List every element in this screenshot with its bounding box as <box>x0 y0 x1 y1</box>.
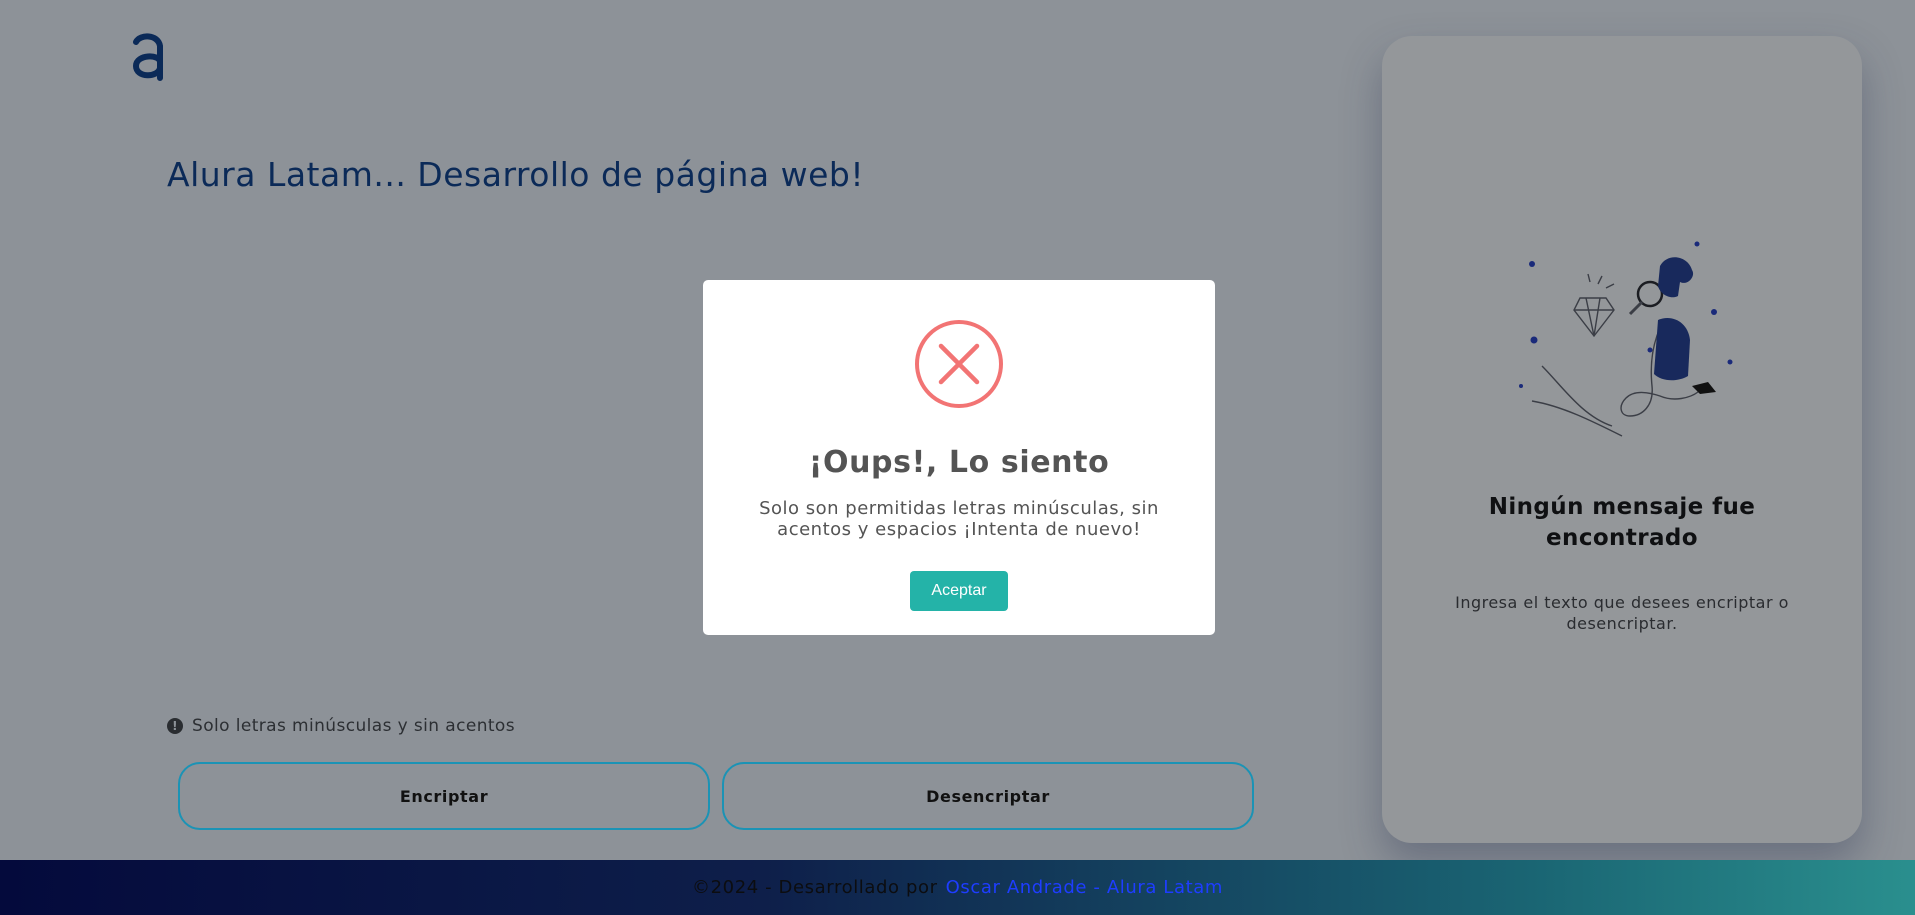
result-subtitle: Ingresa el texto que desees encriptar o … <box>1455 593 1789 633</box>
footer-author-link[interactable]: Oscar Andrade - Alura Latam <box>946 877 1223 898</box>
encrypt-button[interactable]: Encriptar <box>178 762 710 830</box>
page-title[interactable]: Alura Latam... Desarrollo de página web! <box>167 155 864 194</box>
footer: ©2024 - Desarrollado por Oscar Andrade -… <box>0 860 1915 915</box>
alura-logo-icon[interactable] <box>130 32 166 82</box>
dialog-message: Solo son permitidas letras minúsculas, s… <box>759 498 1159 540</box>
error-x-icon <box>915 320 1003 408</box>
input-hint: ! Solo letras minúsculas y sin acentos <box>167 716 515 736</box>
footer-text: ©2024 - Desarrollado por <box>692 877 938 898</box>
exclamation-circle-icon: ! <box>167 718 183 734</box>
result-title: Ningún mensaje fue encontrado <box>1488 494 1756 551</box>
error-dialog: ¡Oups!, Lo siento Solo son permitidas le… <box>703 280 1215 635</box>
input-hint-text: Solo letras minúsculas y sin acentos <box>192 716 515 736</box>
dialog-title: ¡Oups!, Lo siento <box>808 445 1110 480</box>
decrypt-button[interactable]: Desencriptar <box>722 762 1254 830</box>
accept-button[interactable]: Aceptar <box>910 571 1008 611</box>
result-panel: Ningún mensaje fue encontrado Ingresa el… <box>1382 36 1862 843</box>
person-with-magnifying-glass-illustration <box>1519 241 1733 437</box>
